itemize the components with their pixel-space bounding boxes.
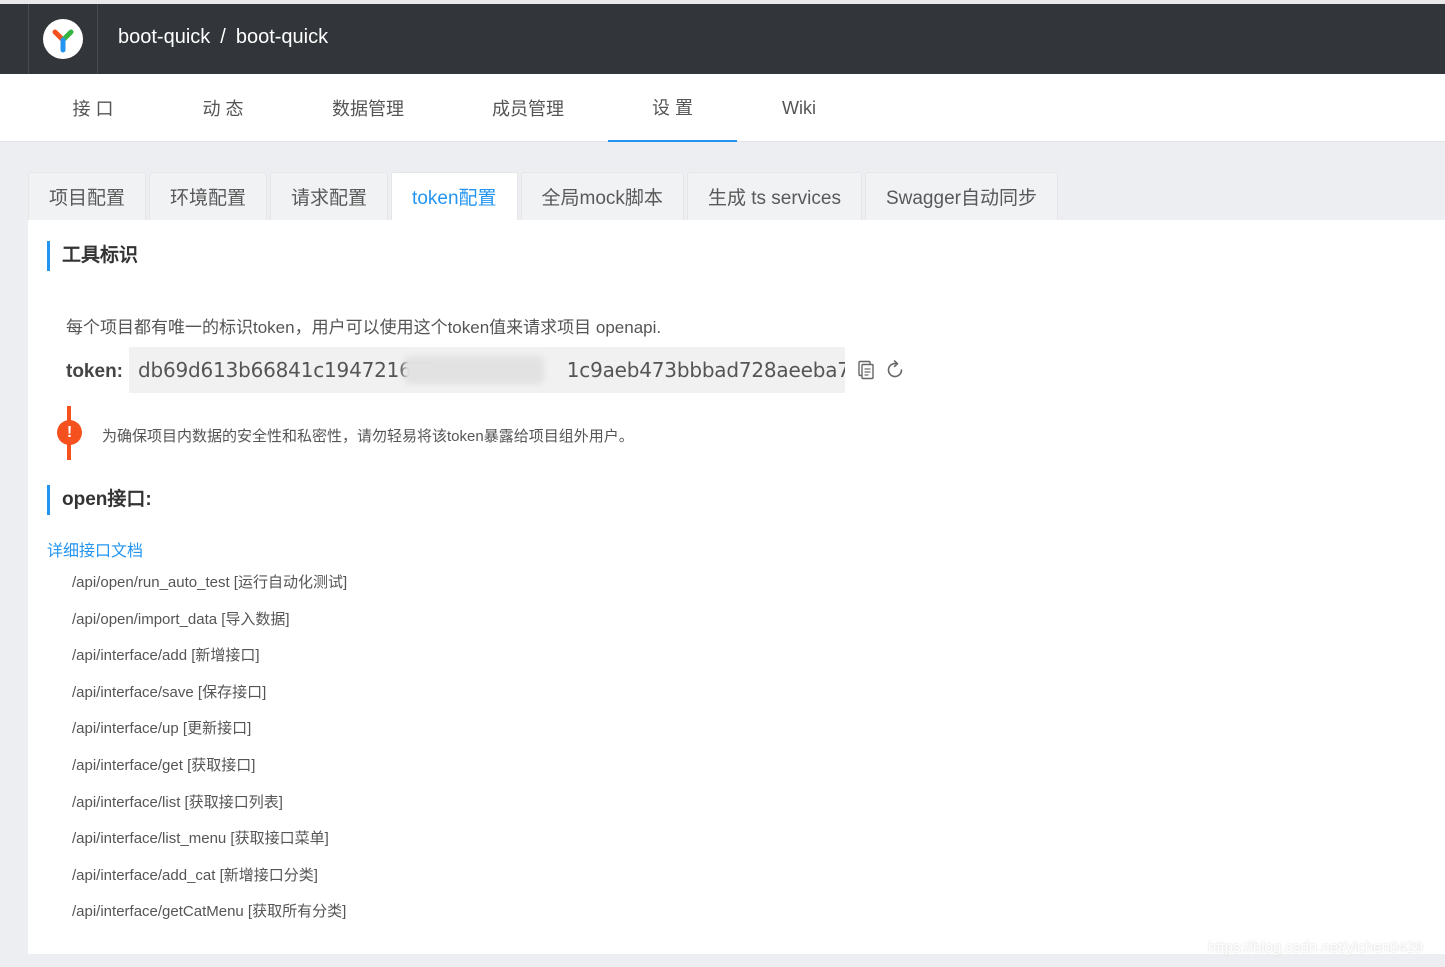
tab-env-config[interactable]: 环境配置 [149, 172, 268, 220]
nav-tab-activity[interactable]: 动 态 [158, 74, 288, 142]
token-warning: 为确保项目内数据的安全性和私密性，请勿轻易将该token暴露给项目组外用户。 [102, 428, 634, 445]
nav-tab-data[interactable]: 数据管理 [288, 74, 448, 142]
api-item: /api/interface/up [更新接口] [72, 720, 252, 738]
tab-token-config[interactable]: token配置 [391, 172, 518, 220]
nav-tab-members[interactable]: 成员管理 [448, 74, 608, 142]
api-item: /api/interface/getCatMenu [获取所有分类] [72, 903, 347, 921]
refresh-token-button[interactable] [884, 359, 906, 381]
api-item: /api/interface/list [获取接口列表] [72, 793, 283, 811]
tab-global-mock[interactable]: 全局mock脚本 [520, 172, 684, 220]
refresh-icon [887, 360, 903, 378]
section-title-open-api: open接口: [47, 485, 152, 515]
section-title-tool-id: 工具标识 [47, 241, 138, 271]
copy-icon [858, 360, 874, 380]
tab-project-config[interactable]: 项目配置 [28, 172, 147, 220]
open-api-list: /api/open/run_auto_test [运行自动化测试] /api/o… [72, 573, 347, 939]
nav-tab-wiki[interactable]: Wiki [737, 74, 861, 142]
logo-container[interactable] [28, 4, 98, 74]
api-item: /api/interface/add [新增接口] [72, 647, 260, 665]
token-redaction-blur [404, 356, 544, 384]
copy-token-button[interactable] [855, 359, 877, 381]
api-item: /api/interface/add_cat [新增接口分类] [72, 866, 318, 884]
watermark: https://blog.csdn.net/ylchen0429 [1208, 939, 1424, 956]
api-doc-link[interactable]: 详细接口文档 [47, 537, 143, 561]
nav-tab-interface[interactable]: 接 口 [28, 74, 158, 142]
api-item: /api/open/import_data [导入数据] [72, 610, 290, 628]
breadcrumb-project[interactable]: boot-quick [236, 26, 328, 49]
yapi-logo-icon [52, 29, 74, 53]
settings-tabs: 项目配置 环境配置 请求配置 token配置 全局mock脚本 生成 ts se… [28, 172, 1058, 220]
breadcrumb-group[interactable]: boot-quick [118, 26, 210, 49]
tab-swagger-sync[interactable]: Swagger自动同步 [864, 172, 1058, 220]
app-header: boot-quick / boot-quick [0, 4, 1445, 74]
token-description: 每个项目都有唯一的标识token，用户可以使用这个token值来请求项目 ope… [66, 318, 662, 337]
api-item: /api/open/run_auto_test [运行自动化测试] [72, 574, 348, 591]
token-panel: 工具标识 每个项目都有唯一的标识token，用户可以使用这个token值来请求项… [28, 220, 1445, 954]
app-logo[interactable] [43, 19, 83, 59]
api-item: /api/interface/get [获取接口] [72, 756, 256, 774]
project-nav: 接 口 动 态 数据管理 成员管理 设 置 Wiki [0, 74, 1445, 142]
tab-request-config[interactable]: 请求配置 [270, 172, 389, 220]
token-label: token: [66, 361, 123, 382]
exclamation-circle-icon: ! [57, 420, 82, 445]
tab-ts-services[interactable]: 生成 ts services [686, 172, 862, 220]
breadcrumb: boot-quick / boot-quick [118, 26, 328, 49]
token-suffix: 1c9aeb473bbbad728aeeba7f28ef [566, 358, 845, 382]
api-item: /api/interface/save [保存接口] [72, 683, 267, 701]
nav-tab-settings[interactable]: 设 置 [608, 74, 737, 142]
token-value[interactable]: db69d613b66841c194721675 1c9aeb473bbbad72… [129, 347, 845, 393]
token-prefix: db69d613b66841c194721675 [138, 358, 437, 382]
api-item: /api/interface/list_menu [获取接口菜单] [72, 830, 329, 848]
breadcrumb-separator: / [220, 26, 226, 48]
